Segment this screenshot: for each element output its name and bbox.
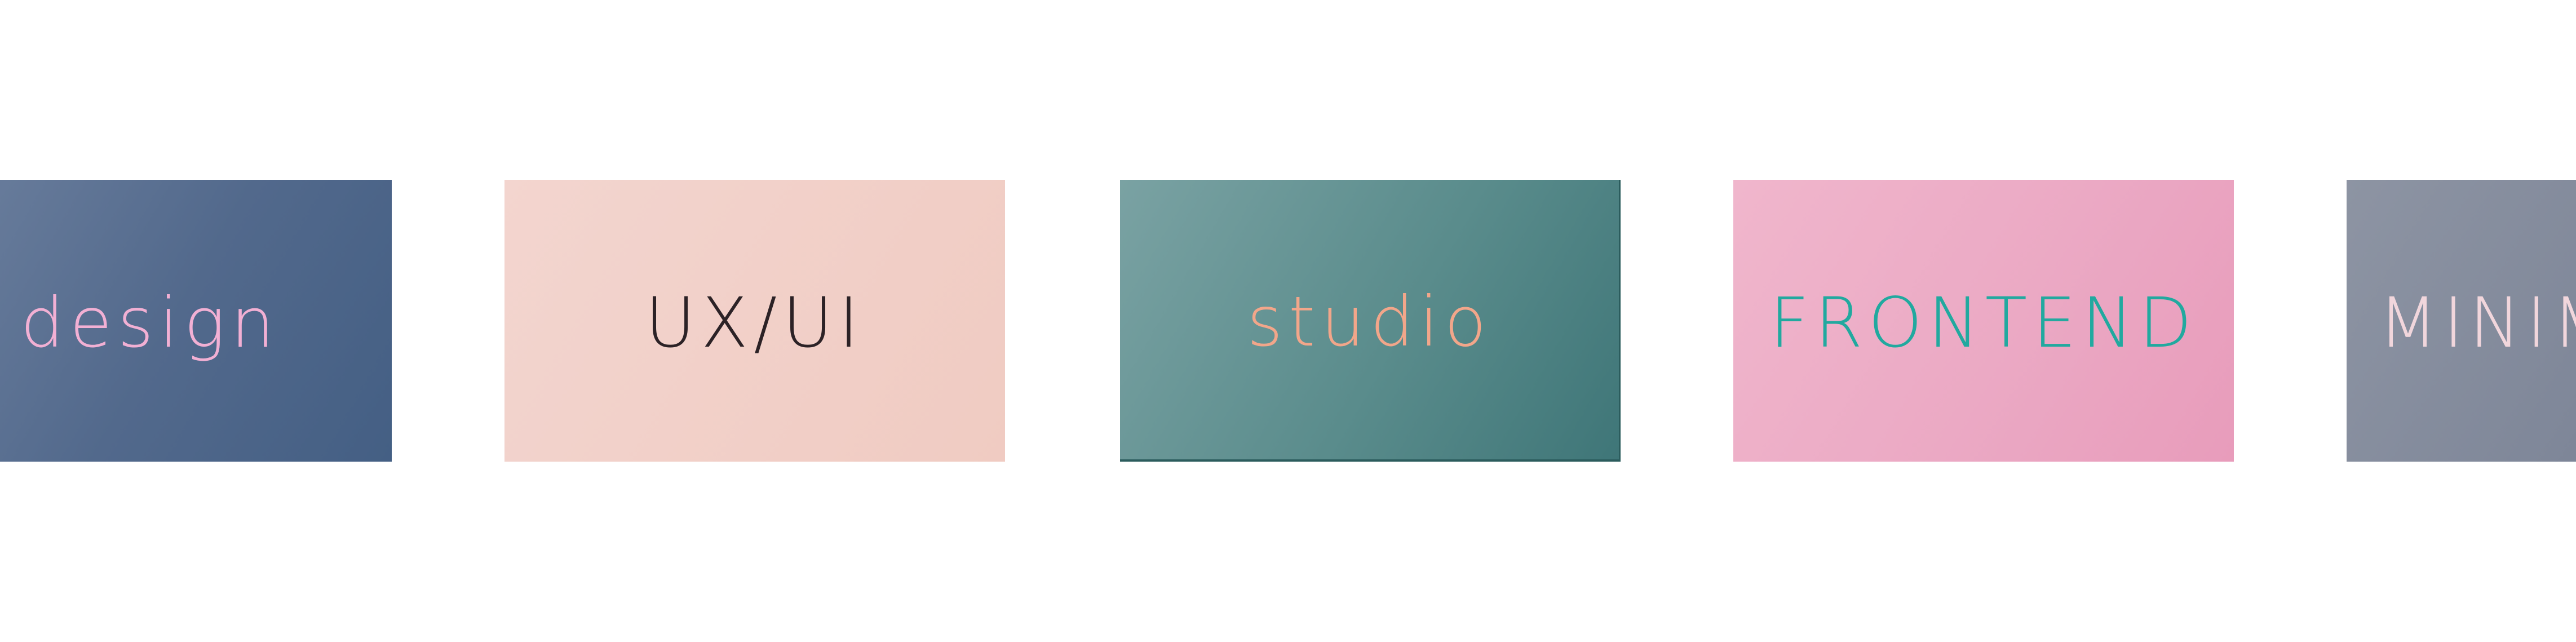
tag-label: MINIMAL	[2378, 283, 2576, 363]
tag-label: FRONTEND	[1769, 283, 2198, 363]
tag-label: studio	[1247, 282, 1492, 362]
tag-carousel: web design UX/UI studio FRONTEND MINIMAL	[0, 0, 2576, 642]
tag-tile-frontend[interactable]: FRONTEND	[1733, 180, 2234, 462]
tag-tile-minimal[interactable]: MINIMAL	[2347, 180, 2576, 462]
tag-label: web design	[0, 283, 280, 363]
tag-tile-studio[interactable]: studio	[1120, 180, 1621, 462]
tag-label: UX/UI	[645, 283, 865, 363]
tag-tile-ux-ui[interactable]: UX/UI	[504, 180, 1005, 462]
tag-tile-web-design[interactable]: web design	[0, 180, 392, 462]
